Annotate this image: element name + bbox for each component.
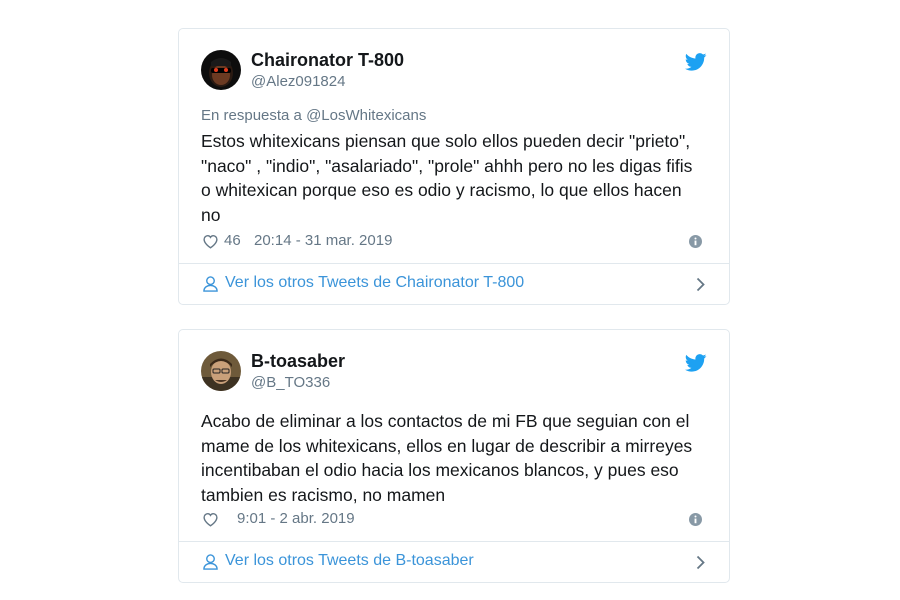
twitter-bird-icon[interactable] xyxy=(685,354,707,372)
reply-context[interactable]: En respuesta a @LosWhitexicans xyxy=(201,107,426,124)
display-name[interactable]: B-toasaber xyxy=(251,351,345,372)
tweet-text-line: mame de los whitexicans, ellos en lugar … xyxy=(201,435,693,456)
tweet-text-line: Estos whitexicans piensan que solo ellos… xyxy=(201,131,691,151)
view-more-tweets-label[interactable]: Ver los otros Tweets de Chaironator T-80… xyxy=(225,274,524,292)
tweet-text-line: "naco" , "indio", "asalariado", "prole" … xyxy=(201,155,693,176)
tweet-text-line: tambien es racismo, no mamen xyxy=(201,484,446,505)
tweet-text-line: no xyxy=(201,204,221,225)
user-handle[interactable]: @Alez091824 xyxy=(251,73,345,90)
display-name[interactable]: Chaironator T-800 xyxy=(251,50,404,71)
twitter-bird-icon[interactable] xyxy=(685,53,707,71)
tweet-meta: 46 20:14 - 31 mar. 2019 xyxy=(201,231,707,251)
user-handle[interactable]: @B_TO336 xyxy=(251,374,330,391)
tweet-card: B-toasaber @B_TO336 Acabo de eliminar a … xyxy=(178,329,730,583)
chevron-right-icon[interactable] xyxy=(696,277,705,292)
like-count[interactable]: 46 xyxy=(224,232,241,249)
view-more-tweets-label[interactable]: Ver los otros Tweets de B-toasaber xyxy=(225,552,474,570)
tweet-text: Acabo de eliminar a los contactos de mi … xyxy=(201,409,711,507)
info-icon[interactable] xyxy=(689,235,702,248)
timestamp[interactable]: 9:01 - 2 abr. 2019 xyxy=(237,510,355,527)
view-more-tweets-link[interactable]: Ver los otros Tweets de B-toasaber xyxy=(179,542,729,582)
tweet-text: Estos whitexicans piensan que solo ellos… xyxy=(201,129,711,227)
avatar[interactable] xyxy=(201,351,241,391)
avatar[interactable] xyxy=(201,50,241,90)
tweet-meta: 9:01 - 2 abr. 2019 xyxy=(201,509,707,529)
heart-icon[interactable] xyxy=(202,233,219,249)
chevron-right-icon[interactable] xyxy=(696,555,705,570)
view-more-tweets-link[interactable]: Ver los otros Tweets de Chaironator T-80… xyxy=(179,264,729,304)
timestamp[interactable]: 20:14 - 31 mar. 2019 xyxy=(254,232,392,249)
tweet-card: Chaironator T-800 @Alez091824 En respues… xyxy=(178,28,730,305)
tweet-text-line: incentibaban el odio hacia los mexicanos… xyxy=(201,460,679,480)
person-icon xyxy=(203,276,218,292)
info-icon[interactable] xyxy=(689,513,702,526)
heart-icon[interactable] xyxy=(202,511,219,527)
person-icon xyxy=(203,554,218,570)
tweet-text-line: o whitexican porque eso es odio y racism… xyxy=(201,180,682,200)
tweet-text-line: Acabo de eliminar a los contactos de mi … xyxy=(201,411,690,431)
